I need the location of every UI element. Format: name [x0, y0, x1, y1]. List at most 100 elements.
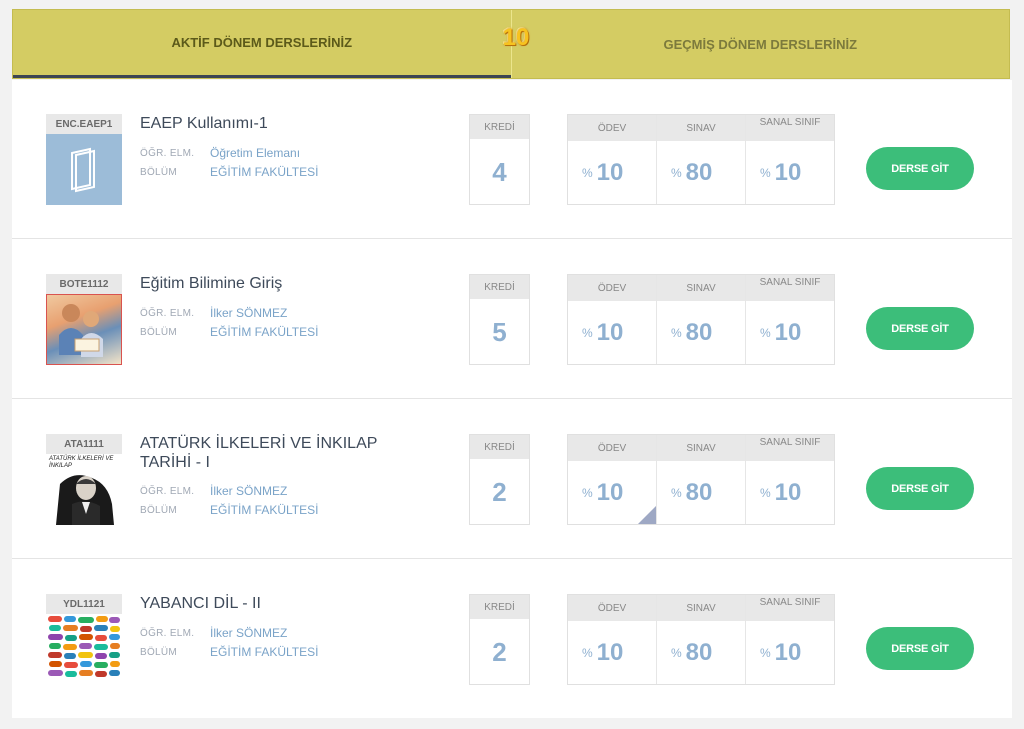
homework-value: 10 [596, 159, 624, 186]
go-to-course-button[interactable]: DERSE GİT [866, 467, 974, 510]
instructor-label: ÖĞR. ELM. [140, 147, 195, 159]
credit-value: 2 [492, 636, 507, 667]
department-row: BÖLÜM EĞİTİM FAKÜLTESİ [140, 503, 318, 517]
go-to-course-button[interactable]: DERSE GİT [866, 307, 974, 350]
percent-sign: % [582, 166, 593, 180]
instructor-name: İlker SÖNMEZ [210, 306, 288, 320]
course-title[interactable]: EAEP Kullanımı-1 [140, 114, 430, 133]
virtual-class-label: SANAL SINIF [746, 435, 834, 461]
course-code: YDL1121 [46, 594, 122, 614]
course-row: ENC.EAEP1 EAEP Kullanımı-1 ÖĞR. ELM. Öğr… [12, 80, 1012, 239]
reading-children-photo [46, 294, 122, 365]
department-name: EĞİTİM FAKÜLTESİ [210, 645, 319, 659]
department-label: BÖLÜM [140, 646, 178, 658]
instructor-name: İlker SÖNMEZ [210, 626, 288, 640]
exam-value: 80 [685, 319, 713, 346]
grade-weights: ÖDEV % 10 SINAV % 80 SANAL SINIF % 10 [567, 434, 835, 525]
go-to-course-button[interactable]: DERSE GİT [866, 627, 974, 670]
homework-weight: ÖDEV % 10 [568, 595, 656, 684]
course-title[interactable]: ATATÜRK İLKELERİ VE İNKILAP TARİHİ - I [140, 434, 430, 472]
exam-value: 80 [685, 159, 713, 186]
corner-triangle-icon [638, 506, 656, 524]
virtual-class-value: 10 [774, 319, 802, 346]
course-code: ENC.EAEP1 [46, 114, 122, 134]
department-row: BÖLÜM EĞİTİM FAKÜLTESİ [140, 325, 318, 339]
credit-label: KREDİ [470, 435, 529, 459]
department-name: EĞİTİM FAKÜLTESİ [210, 165, 319, 179]
department-label: BÖLÜM [140, 326, 178, 338]
instructor-row: ÖĞR. ELM. İlker SÖNMEZ [140, 306, 287, 320]
exam-label: SINAV [657, 435, 745, 461]
percent-sign: % [582, 646, 593, 660]
instructor-label: ÖĞR. ELM. [140, 485, 195, 497]
credit-box: KREDİ 2 [469, 594, 530, 685]
course-title[interactable]: YABANCI DİL - II [140, 594, 430, 613]
course-title[interactable]: Eğitim Bilimine Giriş [140, 274, 430, 293]
virtual-class-weight: SANAL SINIF % 10 [745, 435, 834, 524]
credit-box: KREDİ 4 [469, 114, 530, 205]
credit-label: KREDİ [470, 275, 529, 299]
homework-label: ÖDEV [568, 435, 656, 461]
virtual-class-weight: SANAL SINIF % 10 [745, 595, 834, 684]
speech-bubbles-words [46, 614, 122, 685]
credit-label: KREDİ [470, 115, 529, 139]
percent-sign: % [760, 166, 771, 180]
course-thumbnail[interactable]: YDL1121 [46, 594, 122, 685]
tab-past-label: GEÇMİŞ DÖNEM DERSLERİNİZ [663, 36, 858, 52]
virtual-class-weight: SANAL SINIF % 10 [745, 275, 834, 364]
virtual-class-value: 10 [774, 479, 802, 506]
credit-value: 4 [492, 156, 507, 187]
exam-value: 80 [685, 639, 713, 666]
department-label: BÖLÜM [140, 504, 178, 516]
homework-label: ÖDEV [568, 115, 656, 141]
percent-sign: % [760, 646, 771, 660]
credit-box: KREDİ 5 [469, 274, 530, 365]
department-name: EĞİTİM FAKÜLTESİ [210, 503, 319, 517]
exam-weight: SINAV % 80 [656, 595, 745, 684]
homework-weight: ÖDEV % 10 [568, 435, 656, 524]
exam-label: SINAV [657, 595, 745, 621]
virtual-class-value: 10 [774, 159, 802, 186]
instructor-name: Öğretim Elemanı [210, 146, 301, 160]
instructor-name: İlker SÖNMEZ [210, 484, 288, 498]
percent-sign: % [760, 486, 771, 500]
instructor-label: ÖĞR. ELM. [140, 307, 195, 319]
credit-value: 5 [492, 316, 507, 347]
department-row: BÖLÜM EĞİTİM FAKÜLTESİ [140, 165, 318, 179]
exam-label: SINAV [657, 115, 745, 141]
homework-value: 10 [596, 319, 624, 346]
tab-past-semester[interactable]: GEÇMİŞ DÖNEM DERSLERİNİZ [510, 10, 1010, 78]
virtual-class-label: SANAL SINIF [746, 275, 834, 301]
department-name: EĞİTİM FAKÜLTESİ [210, 325, 319, 339]
credit-label: KREDİ [470, 595, 529, 619]
homework-weight: ÖDEV % 10 [568, 275, 656, 364]
exam-weight: SINAV % 80 [656, 275, 745, 364]
course-row: ATA1111 ATATÜRK İLKELERİ VE İNKILAP ATAT… [12, 400, 1012, 559]
homework-weight: ÖDEV % 10 [568, 115, 656, 204]
go-to-course-button[interactable]: DERSE GİT [866, 147, 974, 190]
course-code: ATA1111 [46, 434, 122, 454]
course-count-badge: 10 [502, 24, 530, 51]
virtual-class-value: 10 [774, 639, 802, 666]
course-row: BOTE1112 Eğitim Bilimine Giriş ÖĞR. ELM.… [12, 240, 1012, 399]
grade-weights: ÖDEV % 10 SINAV % 80 SANAL SINIF % 10 [567, 274, 835, 365]
instructor-row: ÖĞR. ELM. İlker SÖNMEZ [140, 626, 287, 640]
credit-box: KREDİ 2 [469, 434, 530, 525]
homework-label: ÖDEV [568, 595, 656, 621]
grade-weights: ÖDEV % 10 SINAV % 80 SANAL SINIF % 10 [567, 594, 835, 685]
course-thumbnail[interactable]: ENC.EAEP1 [46, 114, 122, 205]
percent-sign: % [582, 486, 593, 500]
exam-value: 80 [685, 479, 713, 506]
ataturk-portrait: ATATÜRK İLKELERİ VE İNKILAP [46, 454, 122, 525]
credit-value: 2 [492, 476, 507, 507]
course-thumbnail[interactable]: ATA1111 ATATÜRK İLKELERİ VE İNKILAP [46, 434, 122, 525]
course-list: ENC.EAEP1 EAEP Kullanımı-1 ÖĞR. ELM. Öğr… [12, 80, 1012, 718]
tab-active-semester[interactable]: AKTİF DÖNEM DERSLERİNİZ [13, 10, 511, 78]
exam-weight: SINAV % 80 [656, 435, 745, 524]
virtual-class-weight: SANAL SINIF % 10 [745, 115, 834, 204]
instructor-row: ÖĞR. ELM. İlker SÖNMEZ [140, 484, 287, 498]
homework-label: ÖDEV [568, 275, 656, 301]
percent-sign: % [671, 486, 682, 500]
course-code: BOTE1112 [46, 274, 122, 294]
course-thumbnail[interactable]: BOTE1112 [46, 274, 122, 365]
